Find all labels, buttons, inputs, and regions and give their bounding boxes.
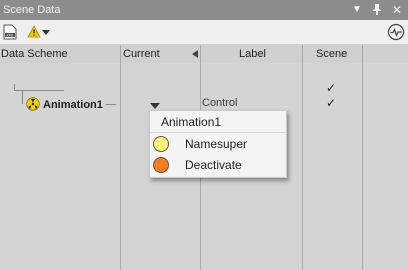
xml-file-icon[interactable]: XML: [3, 24, 17, 40]
scene-check[interactable]: ✓: [326, 96, 336, 110]
popup-title: Animation1: [161, 115, 222, 129]
pin-icon[interactable]: [370, 3, 384, 17]
current-state-popup: Animation1 Namesuper Deactivate: [149, 110, 287, 178]
svg-text:XML: XML: [6, 33, 14, 37]
animation-node-icon: [26, 97, 40, 111]
popup-item-label: Deactivate: [185, 158, 242, 172]
toolbar: XML: [0, 20, 408, 45]
scene-check[interactable]: ✓: [326, 81, 336, 95]
chevron-down-icon[interactable]: [42, 30, 50, 35]
dropdown-menu-icon[interactable]: ▼: [350, 3, 364, 17]
activity-icon[interactable]: [387, 23, 405, 41]
state-yellow-icon: [153, 136, 169, 152]
state-orange-icon: [153, 157, 169, 173]
scheme-item-animation1[interactable]: Animation1: [43, 99, 103, 111]
window-title: Scene Data: [3, 4, 61, 16]
current-dropdown-arrow-icon[interactable]: [150, 103, 160, 109]
column-scene[interactable]: Scene: [316, 45, 347, 63]
popup-item-label: Namesuper: [185, 137, 248, 151]
column-current[interactable]: Current: [123, 45, 160, 63]
column-divider: [120, 45, 121, 270]
column-data-scheme[interactable]: Data Scheme: [1, 45, 68, 63]
collapse-arrow-icon[interactable]: [192, 50, 198, 58]
popup-item-namesuper[interactable]: Namesuper: [150, 134, 286, 155]
column-header: Data Scheme Current Label Scene: [0, 45, 408, 64]
warning-icon[interactable]: [27, 25, 41, 38]
column-divider: [362, 45, 363, 270]
popup-item-deactivate[interactable]: Deactivate: [150, 155, 286, 176]
tree-connector: [106, 104, 116, 105]
column-divider: [302, 45, 303, 270]
tree-connector: [14, 84, 15, 91]
close-icon[interactable]: ✕: [390, 3, 404, 17]
label-cell: Control: [202, 97, 238, 109]
tree-connector: [22, 90, 23, 104]
popup-separator: [150, 132, 286, 133]
column-label[interactable]: Label: [239, 45, 266, 63]
title-bar: Scene Data ▼ ✕: [0, 0, 408, 20]
